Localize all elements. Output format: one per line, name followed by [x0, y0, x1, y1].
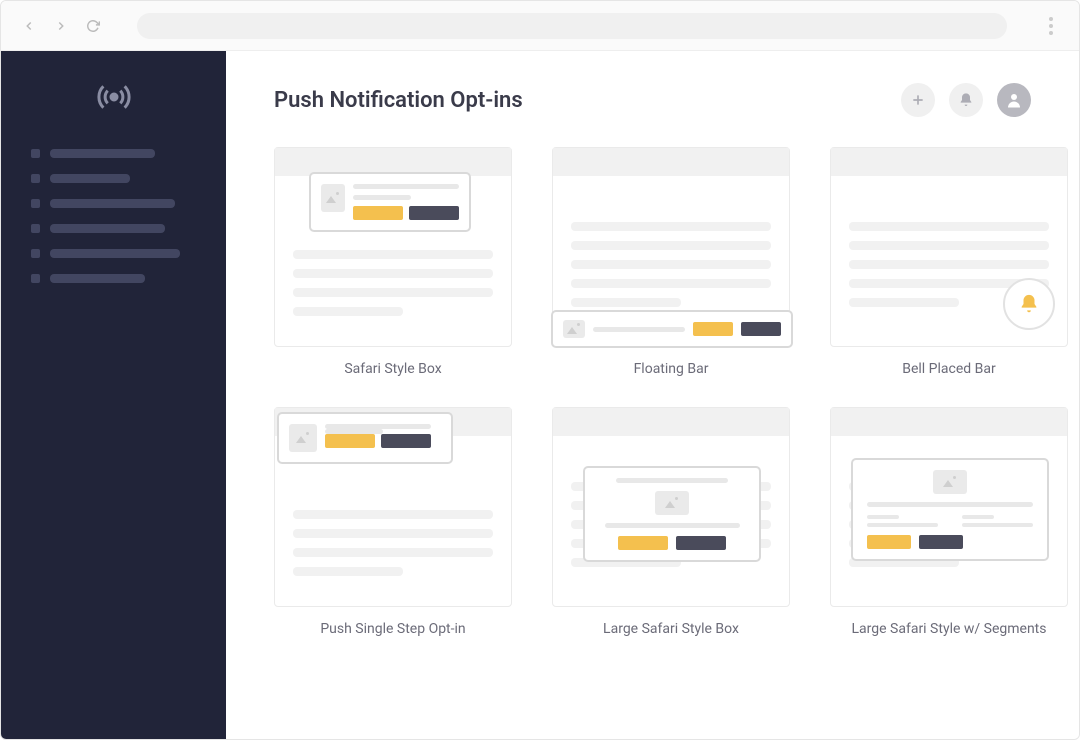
template-card-large-safari-segments[interactable]: Large Safari Style w/ Segments: [830, 407, 1068, 637]
card-preview: [552, 147, 790, 347]
popup-preview: [309, 172, 471, 232]
broadcast-icon: [96, 79, 132, 119]
popup-preview: [851, 458, 1049, 561]
card-label: Large Safari Style w/ Segments: [852, 621, 1047, 637]
page-header: Push Notification Opt-ins: [274, 83, 1031, 117]
card-label: Push Single Step Opt-in: [320, 621, 465, 637]
sidebar-nav: [1, 149, 226, 283]
card-preview: [274, 147, 512, 347]
image-icon: [289, 424, 317, 452]
browser-menu-button[interactable]: [1043, 17, 1059, 35]
template-card-bell-placed-bar[interactable]: Bell Placed Bar: [830, 147, 1068, 377]
main-content: Push Notification Opt-ins: [226, 51, 1079, 739]
image-icon: [933, 470, 967, 494]
page-title: Push Notification Opt-ins: [274, 88, 523, 113]
card-label: Large Safari Style Box: [603, 621, 739, 637]
notifications-button[interactable]: [949, 83, 983, 117]
template-card-floating-bar[interactable]: Floating Bar: [552, 147, 790, 377]
app-body: Push Notification Opt-ins: [1, 51, 1079, 739]
floating-bar-preview: [551, 310, 793, 348]
sidebar-item[interactable]: [31, 199, 196, 208]
popup-preview: [277, 412, 453, 464]
card-preview: [274, 407, 512, 607]
forward-button[interactable]: [53, 18, 69, 34]
popup-preview: [583, 466, 761, 562]
bell-icon: [958, 92, 974, 108]
image-icon: [655, 491, 689, 515]
browser-window: Push Notification Opt-ins: [0, 0, 1080, 740]
add-button[interactable]: [901, 83, 935, 117]
card-label: Floating Bar: [634, 361, 709, 377]
user-avatar[interactable]: [997, 83, 1031, 117]
template-card-safari-style-box[interactable]: Safari Style Box: [274, 147, 512, 377]
sidebar-item[interactable]: [31, 274, 196, 283]
template-card-large-safari-style[interactable]: Large Safari Style Box: [552, 407, 790, 637]
sidebar-item[interactable]: [31, 149, 196, 158]
card-preview: [552, 407, 790, 607]
user-icon: [1005, 91, 1023, 109]
card-label: Bell Placed Bar: [902, 361, 995, 377]
image-icon: [563, 320, 585, 338]
url-bar[interactable]: [137, 13, 1007, 39]
sidebar-item[interactable]: [31, 174, 196, 183]
card-label: Safari Style Box: [344, 361, 441, 377]
sidebar: [1, 51, 226, 739]
template-card-push-single-step[interactable]: Push Single Step Opt-in: [274, 407, 512, 637]
back-button[interactable]: [21, 18, 37, 34]
sidebar-item[interactable]: [31, 224, 196, 233]
template-grid: Safari Style Box: [274, 147, 1031, 637]
image-icon: [321, 184, 345, 212]
plus-icon: [910, 92, 926, 108]
refresh-button[interactable]: [85, 18, 101, 34]
card-preview: [830, 407, 1068, 607]
header-actions: [901, 83, 1031, 117]
card-preview: [830, 147, 1068, 347]
bell-badge: [1003, 278, 1055, 330]
bell-icon: [1018, 293, 1040, 315]
sidebar-item[interactable]: [31, 249, 196, 258]
browser-toolbar: [1, 1, 1079, 51]
